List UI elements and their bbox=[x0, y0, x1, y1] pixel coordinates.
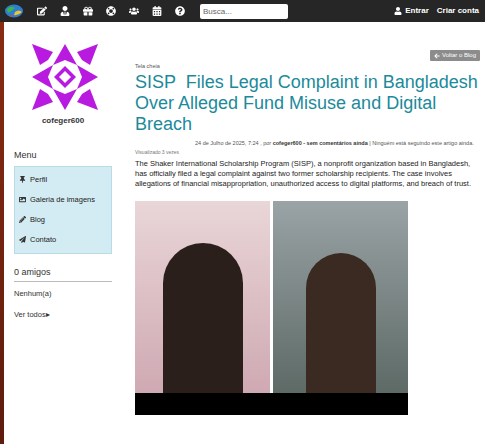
send-icon bbox=[19, 236, 26, 243]
menu-item[interactable]: Perfil bbox=[15, 170, 111, 190]
user-icon bbox=[394, 7, 402, 15]
lifering-icon[interactable] bbox=[106, 6, 116, 16]
page: Entrar Criar conta cofeger600 Menu PerfilGal… bbox=[0, 0, 485, 444]
menu-item[interactable]: Contato bbox=[15, 230, 111, 250]
back-button[interactable]: Voltar o Blog bbox=[430, 50, 480, 61]
gift-icon[interactable] bbox=[83, 6, 93, 16]
post-meta: 24 de Julho de 2025, 7:24 , por cofeger6… bbox=[135, 139, 480, 147]
username[interactable]: cofeger600 bbox=[14, 115, 112, 127]
friends-empty: Nenhum(a) bbox=[14, 288, 112, 299]
post-body: The Shaker International Scholarship Pro… bbox=[135, 159, 480, 189]
menu-title: Menu bbox=[14, 149, 112, 163]
view-count: Visualizado 3 vezes bbox=[135, 149, 480, 157]
users-icon[interactable] bbox=[129, 6, 139, 16]
pencil-icon bbox=[19, 216, 26, 223]
avatar-icon[interactable] bbox=[30, 42, 100, 112]
friends-title: 0 amigos bbox=[14, 266, 112, 283]
edit-icon[interactable] bbox=[37, 6, 47, 16]
left-stripe bbox=[0, 22, 4, 444]
top-bar: Entrar Criar conta bbox=[0, 0, 485, 22]
image-icon bbox=[19, 196, 26, 203]
tie-icon[interactable] bbox=[60, 6, 70, 16]
calendar-icon[interactable] bbox=[152, 6, 162, 16]
fullscreen-link[interactable]: Tela cheia bbox=[135, 62, 480, 70]
sidebar: cofeger600 Menu PerfilGaleria de imagensBl… bbox=[14, 22, 112, 444]
menu-item[interactable]: Galeria de imagens bbox=[15, 190, 111, 210]
post-title: SISP Files Legal Complaint in Bangladesh… bbox=[135, 72, 480, 135]
arrow-left-icon bbox=[434, 53, 440, 59]
body: cofeger600 Menu PerfilGaleria de imagensBl… bbox=[0, 22, 485, 444]
search-input[interactable] bbox=[200, 4, 288, 19]
login-link[interactable]: Entrar bbox=[394, 5, 429, 17]
signup-link[interactable]: Criar conta bbox=[437, 5, 479, 17]
menu-box: PerfilGaleria de imagensBlogContato bbox=[14, 166, 112, 254]
post-photo bbox=[135, 201, 408, 415]
menu-item[interactable]: Blog bbox=[15, 210, 111, 230]
see-all-link[interactable]: Ver todos▸ bbox=[14, 309, 112, 320]
help-icon[interactable] bbox=[175, 6, 185, 16]
site-logo-icon[interactable] bbox=[4, 3, 24, 19]
pin-icon bbox=[19, 176, 26, 183]
main: Voltar o BlogTela cheia SISP Files Legal … bbox=[135, 22, 480, 444]
